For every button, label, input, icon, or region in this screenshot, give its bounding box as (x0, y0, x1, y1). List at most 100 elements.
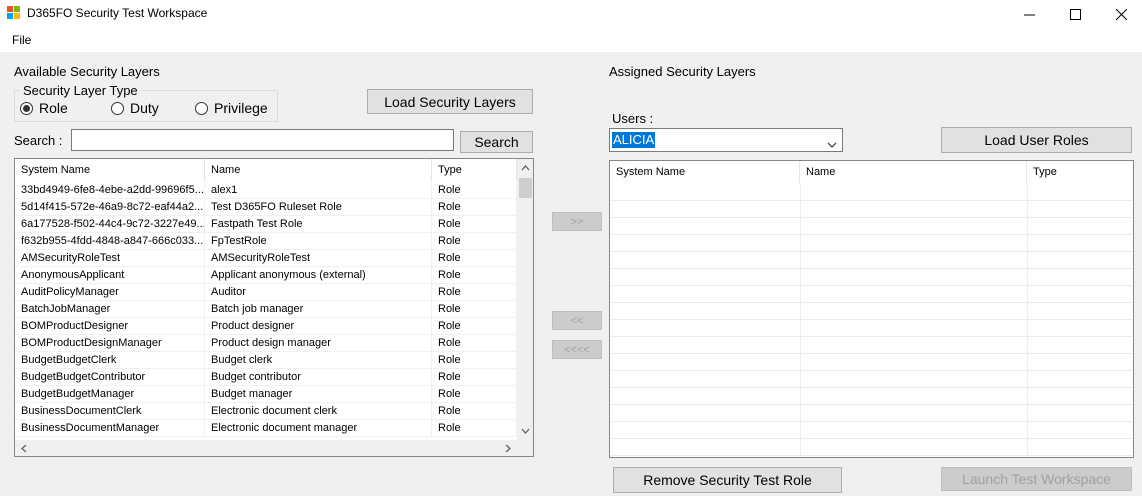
column-header-system-name[interactable]: System Name (15, 159, 205, 181)
empty-row (610, 252, 1133, 269)
radio-duty[interactable]: Duty (111, 100, 159, 116)
table-row[interactable]: AMSecurityRoleTest AMSecurityRoleTest Role (15, 250, 517, 267)
radio-duty-indicator (111, 101, 124, 115)
column-divider (1027, 184, 1028, 201)
scroll-left-icon[interactable] (17, 440, 31, 456)
radio-privilege-indicator (195, 101, 208, 115)
table-row[interactable]: BudgetBudgetClerk Budget clerk Role (15, 352, 517, 369)
minimize-button[interactable] (1006, 0, 1052, 28)
empty-row (610, 439, 1133, 456)
cell-name: Budget manager (205, 386, 432, 403)
assigned-layers-grid[interactable]: System Name Name Type (609, 160, 1134, 458)
cell-type: Role (432, 403, 517, 420)
assigned-column-header-system-name[interactable]: System Name (610, 161, 800, 183)
table-row[interactable]: AuditPolicyManager Auditor Role (15, 284, 517, 301)
available-layers-grid[interactable]: System Name Name Type 33bd4949-6fe8-4ebe… (14, 158, 534, 457)
available-layers-heading: Available Security Layers (14, 64, 160, 79)
column-divider (1027, 269, 1028, 286)
table-row[interactable]: f632b955-4fdd-4848-a847-666c033... FpTest… (15, 233, 517, 250)
search-input[interactable] (71, 129, 454, 151)
scroll-down-icon[interactable] (517, 424, 533, 438)
empty-row (610, 320, 1133, 337)
scroll-right-icon[interactable] (501, 440, 515, 456)
cell-type: Role (432, 233, 517, 250)
empty-row (610, 303, 1133, 320)
table-row[interactable]: 5d14f415-572e-46a9-8c72-eaf44a2... Test D… (15, 199, 517, 216)
horizontal-scrollbar[interactable] (15, 440, 517, 456)
column-divider (800, 252, 801, 269)
assigned-column-header-type[interactable]: Type (1027, 161, 1133, 183)
table-row[interactable]: BatchJobManager Batch job manager Role (15, 301, 517, 318)
users-dropdown[interactable]: ALICIA (609, 128, 843, 152)
menu-file[interactable]: File (12, 33, 31, 47)
cell-type: Role (432, 284, 517, 301)
radio-privilege-label: Privilege (214, 100, 268, 116)
vertical-scrollbar[interactable] (517, 159, 533, 440)
cell-system-name: 6a177528-f502-44c4-9c72-3227e49... (15, 216, 205, 233)
cell-name: FpTestRole (205, 233, 432, 250)
column-divider (800, 286, 801, 303)
empty-row (610, 218, 1133, 235)
users-label: Users : (612, 111, 654, 126)
scroll-thumb[interactable] (519, 178, 532, 198)
table-row[interactable]: BudgetBudgetContributor Budget contributo… (15, 369, 517, 386)
cell-name: Budget contributor (205, 369, 432, 386)
cell-system-name: 33bd4949-6fe8-4ebe-a2dd-99696f5... (15, 182, 205, 199)
column-divider (800, 218, 801, 235)
search-button[interactable]: Search (460, 131, 533, 153)
cell-system-name: AuditPolicyManager (15, 284, 205, 301)
column-divider (1027, 371, 1028, 388)
scroll-up-icon[interactable] (517, 161, 533, 175)
cell-name: Auditor (205, 284, 432, 301)
radio-role-indicator (20, 101, 33, 115)
close-button[interactable] (1098, 0, 1142, 28)
maximize-button[interactable] (1052, 0, 1098, 28)
column-header-name[interactable]: Name (205, 159, 432, 181)
launch-test-workspace-button[interactable]: Launch Test Workspace (941, 467, 1132, 491)
cell-system-name: BudgetBudgetClerk (15, 352, 205, 369)
table-row[interactable]: BOMProductDesigner Product designer Role (15, 318, 517, 335)
empty-row (610, 286, 1133, 303)
cell-type: Role (432, 182, 517, 199)
column-divider (1027, 303, 1028, 320)
column-divider (800, 269, 801, 286)
cell-name: Product design manager (205, 335, 432, 352)
add-role-button[interactable]: >> (552, 212, 602, 231)
column-divider (1027, 337, 1028, 354)
cell-system-name: AnonymousApplicant (15, 267, 205, 284)
table-row[interactable]: BOMProductDesignManager Product design ma… (15, 335, 517, 352)
column-divider (800, 337, 801, 354)
remove-security-test-role-button[interactable]: Remove Security Test Role (613, 467, 842, 493)
search-label: Search : (14, 133, 63, 148)
cell-type: Role (432, 216, 517, 233)
load-security-layers-button[interactable]: Load Security Layers (367, 89, 533, 114)
load-user-roles-button[interactable]: Load User Roles (941, 127, 1132, 153)
table-row[interactable]: BusinessDocumentManager Electronic docume… (15, 420, 517, 437)
chevron-down-icon[interactable] (827, 137, 837, 151)
column-header-type[interactable]: Type (432, 159, 517, 181)
column-divider (1027, 405, 1028, 422)
table-row[interactable]: AnonymousApplicant Applicant anonymous (e… (15, 267, 517, 284)
column-divider (800, 184, 801, 201)
cell-type: Role (432, 301, 517, 318)
remove-role-button[interactable]: << (552, 311, 602, 330)
table-row[interactable]: BusinessDocumentClerk Electronic document… (15, 403, 517, 420)
assigned-column-header-name[interactable]: Name (800, 161, 1027, 183)
assigned-layers-heading: Assigned Security Layers (609, 64, 756, 79)
assigned-grid-header: System Name Name Type (610, 161, 1133, 183)
empty-row (610, 337, 1133, 354)
close-icon (1115, 8, 1127, 20)
cell-type: Role (432, 267, 517, 284)
table-row[interactable]: 6a177528-f502-44c4-9c72-3227e49... Fastpa… (15, 216, 517, 233)
cell-system-name: f632b955-4fdd-4848-a847-666c033... (15, 233, 205, 250)
selected-user-value: ALICIA (612, 132, 656, 148)
cell-type: Role (432, 318, 517, 335)
table-row[interactable]: 33bd4949-6fe8-4ebe-a2dd-99696f5... alex1 R… (15, 182, 517, 199)
radio-role[interactable]: Role (20, 100, 68, 116)
table-row[interactable]: BudgetBudgetManager Budget manager Role (15, 386, 517, 403)
column-divider (1027, 252, 1028, 269)
empty-row (610, 269, 1133, 286)
menu-bar (0, 28, 1142, 52)
radio-privilege[interactable]: Privilege (195, 100, 268, 116)
remove-all-roles-button[interactable]: <<<< (552, 340, 602, 359)
